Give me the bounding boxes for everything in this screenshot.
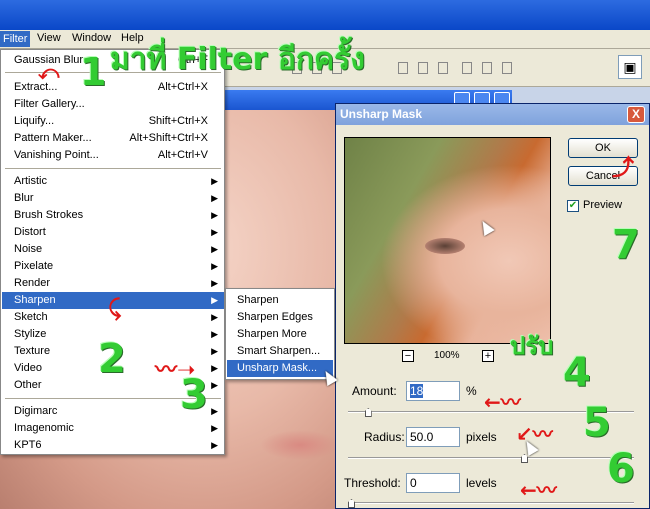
amount-input[interactable]: 18 (406, 381, 460, 401)
radius-input[interactable]: 50.0 (406, 427, 460, 447)
preview-checkbox[interactable]: ✔ (567, 200, 579, 212)
arrow-icon: ⤴ (612, 156, 635, 181)
distribute-tool-icon[interactable] (418, 62, 428, 74)
submenu-item-sharpen-edges[interactable]: Sharpen Edges (227, 309, 333, 326)
palette-well-icon[interactable]: ▣ (618, 55, 642, 79)
threshold-unit: levels (466, 476, 497, 490)
threshold-slider-thumb[interactable] (348, 499, 355, 508)
step-2-label: 2 (98, 336, 126, 382)
menu-item-render[interactable]: Render ▶ (2, 275, 224, 292)
amount-unit: % (466, 384, 477, 398)
zoom-out-button[interactable]: − (402, 350, 414, 362)
amount-label: Amount: (352, 384, 397, 398)
menu-filter[interactable]: Filter (0, 31, 31, 47)
radius-label: Radius: (364, 430, 405, 444)
preview-label: Preview (583, 199, 623, 211)
dialog-title: Unsharp Mask (340, 107, 423, 121)
radius-slider[interactable] (348, 454, 634, 463)
threshold-input[interactable]: 0 (406, 473, 460, 493)
submenu-item-smart-sharpen[interactable]: Smart Sharpen... (227, 343, 333, 360)
unsharp-mask-dialog: Unsharp Mask X − 100% + OK Cancel ✔ Prev… (335, 103, 650, 509)
menu-item-filter-gallery[interactable]: Filter Gallery... (2, 96, 224, 113)
submenu-item-sharpen[interactable]: Sharpen (227, 292, 333, 309)
threshold-label: Threshold: (344, 476, 401, 490)
close-icon[interactable]: X (627, 106, 645, 123)
preview-eye (425, 238, 465, 254)
amount-slider-thumb[interactable] (364, 408, 372, 417)
preview-image[interactable] (344, 137, 551, 344)
radius-unit: pixels (466, 430, 497, 444)
menu-item-pixelate[interactable]: Pixelate ▶ (2, 258, 224, 275)
arrow-icon: 〰➝ (155, 358, 196, 383)
menu-item-pattern-maker[interactable]: Pattern Maker... Alt+Shift+Ctrl+X (2, 130, 224, 147)
dialog-titlebar: Unsharp Mask X (336, 104, 649, 125)
step-1-label: 1 (80, 50, 107, 94)
annotation-title: มาที่ Filter อีกครั้ง (110, 42, 365, 77)
submenu-item-sharpen-more[interactable]: Sharpen More (227, 326, 333, 343)
step-5-label: 5 (583, 400, 611, 446)
menu-view[interactable]: View (37, 32, 61, 44)
zoom-level: 100% (434, 350, 460, 361)
step-7-label: 7 (612, 222, 640, 268)
arrow-icon: ←〰 (484, 390, 521, 414)
menu-window[interactable]: Window (72, 32, 111, 44)
arrow-icon: ⤺ (38, 60, 60, 84)
sharpen-submenu: Sharpen Sharpen Edges Sharpen More Smart… (225, 288, 335, 380)
distribute-tool-icon[interactable] (438, 62, 448, 74)
threshold-slider[interactable] (348, 499, 634, 508)
menu-item-brush-strokes[interactable]: Brush Strokes ▶ (2, 207, 224, 224)
menu-item-kpt6[interactable]: KPT6 ▶ (2, 437, 224, 454)
menu-item-noise[interactable]: Noise ▶ (2, 241, 224, 258)
menu-item-blur[interactable]: Blur ▶ (2, 190, 224, 207)
menu-item-vanishing-point[interactable]: Vanishing Point... Alt+Ctrl+V (2, 147, 224, 164)
arrow-icon: ⤹ (108, 296, 122, 321)
submenu-item-unsharp-mask[interactable]: Unsharp Mask... (227, 360, 333, 377)
menu-item-imagenomic[interactable]: Imagenomic ▶ (2, 420, 224, 437)
distribute-tool-icon[interactable] (462, 62, 472, 74)
step-6-label: 6 (607, 446, 635, 492)
step-4-label: 4 (563, 350, 591, 396)
photo-lips (260, 430, 340, 460)
menu-item-liquify[interactable]: Liquify... Shift+Ctrl+X (2, 113, 224, 130)
zoom-in-button[interactable]: + (482, 350, 494, 362)
distribute-tool-icon[interactable] (398, 62, 408, 74)
annotation-adjust: ปรับ (510, 332, 554, 360)
distribute-tool-icon[interactable] (482, 62, 492, 74)
arrow-icon: ←〰 (520, 478, 557, 502)
app-titlebar (0, 0, 650, 30)
menu-item-artistic[interactable]: Artistic ▶ (2, 173, 224, 190)
menu-item-distort[interactable]: Distort ▶ (2, 224, 224, 241)
distribute-tool-icon[interactable] (502, 62, 512, 74)
